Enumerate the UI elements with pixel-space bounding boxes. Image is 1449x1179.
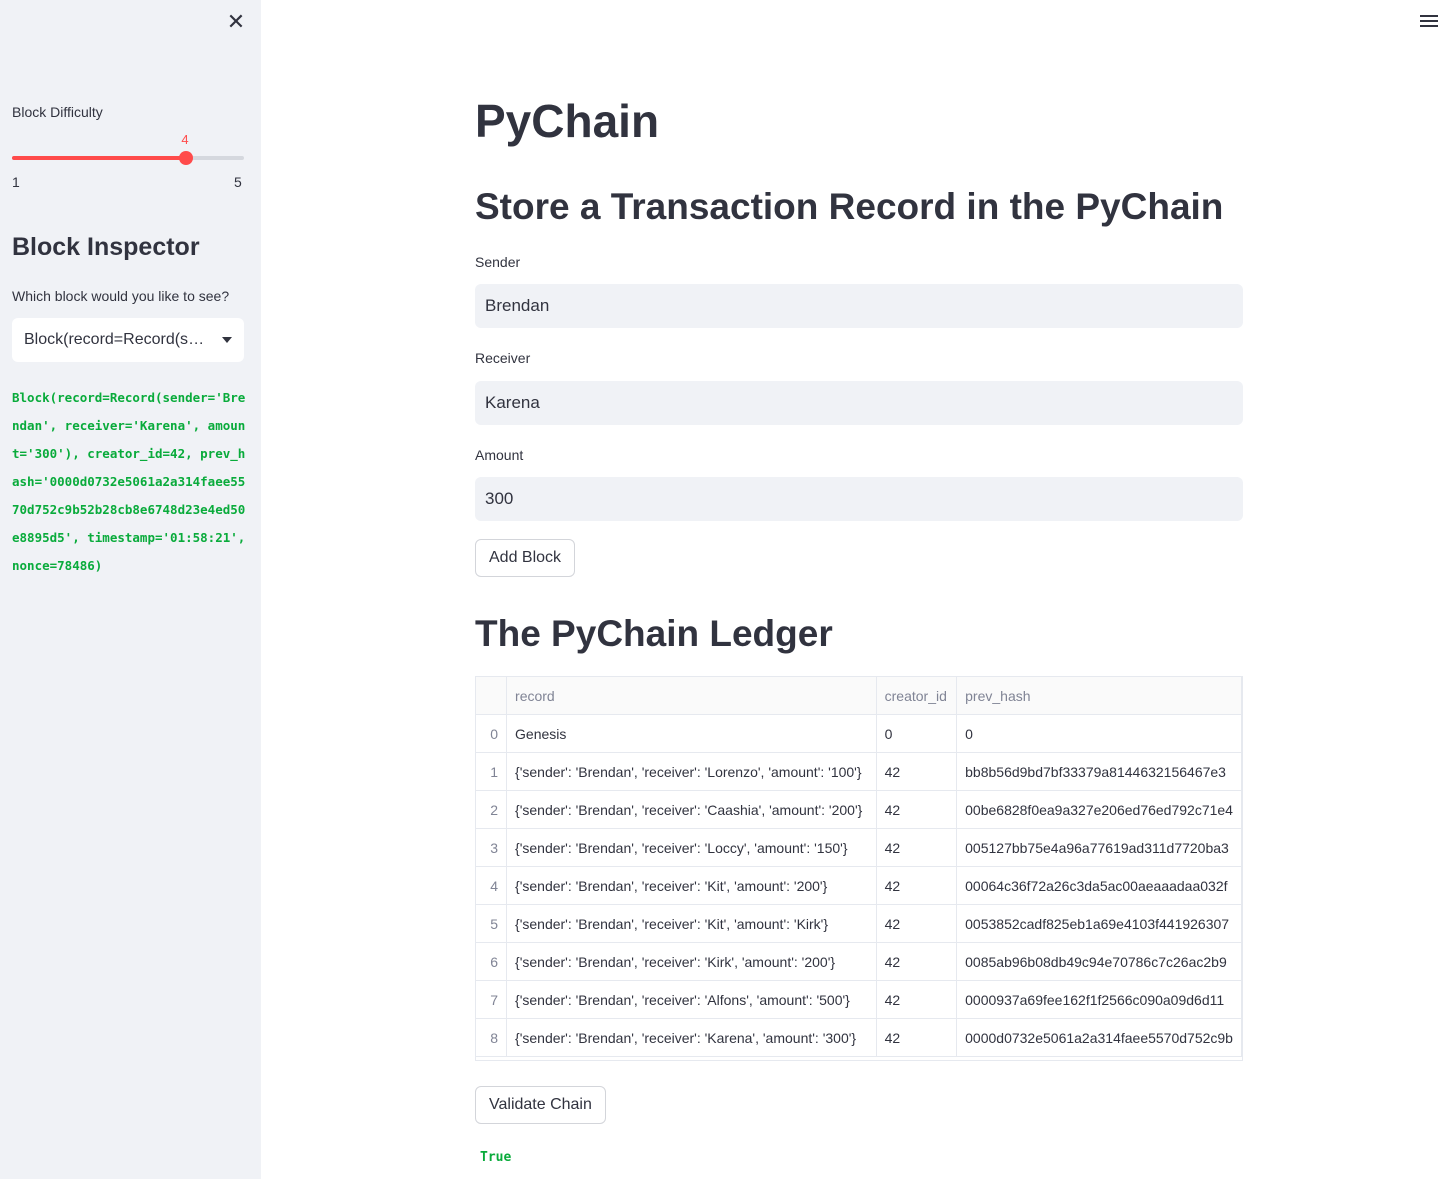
creator-id-cell: 42 bbox=[876, 828, 958, 867]
record-cell: {'sender': 'Brendan', 'receiver': 'Alfon… bbox=[506, 980, 877, 1019]
creator-id-cell: 42 bbox=[876, 942, 958, 981]
creator-id-cell: 0 bbox=[876, 714, 958, 753]
prev-hash-cell: 0 bbox=[956, 714, 1242, 753]
creator-id-cell: 42 bbox=[876, 1018, 958, 1057]
table-header-row: record creator_id prev_hash bbox=[476, 677, 1242, 715]
row-index: 6 bbox=[476, 942, 508, 981]
block-select-value: Block(record=Record(sender='Brendan', re… bbox=[24, 331, 212, 348]
creator-id-cell: 42 bbox=[876, 752, 958, 791]
ledger-heading: The PyChain Ledger bbox=[475, 613, 833, 654]
table-row: 7 {'sender': 'Brendan', 'receiver': 'Alf… bbox=[476, 980, 1242, 1019]
sidebar: ✕ Block Difficulty 4 1 5 Block Inspector… bbox=[0, 0, 261, 1179]
prev-hash-cell: 00be6828f0ea9a327e206ed76ed792c71e4 bbox=[956, 790, 1242, 829]
difficulty-slider-fill bbox=[12, 156, 186, 160]
record-cell: {'sender': 'Brendan', 'receiver': 'Loccy… bbox=[506, 828, 877, 867]
record-cell: {'sender': 'Brendan', 'receiver': 'Karen… bbox=[506, 1018, 877, 1057]
table-row: 0 Genesis 0 0 bbox=[476, 714, 1242, 753]
add-block-button[interactable]: Add Block bbox=[475, 539, 576, 577]
ledger-table[interactable]: record creator_id prev_hash 0 Genesis 0 … bbox=[475, 676, 1243, 1061]
amount-label: Amount bbox=[475, 447, 524, 463]
record-cell: {'sender': 'Brendan', 'receiver': 'Kit',… bbox=[506, 904, 877, 943]
difficulty-slider-thumb[interactable] bbox=[179, 151, 193, 165]
table-row: 6 {'sender': 'Brendan', 'receiver': 'Kir… bbox=[476, 942, 1242, 981]
row-index: 1 bbox=[476, 752, 508, 791]
creator-id-cell: 42 bbox=[876, 904, 958, 943]
slider-value: 4 bbox=[181, 132, 189, 147]
column-header-creator-id[interactable]: creator_id bbox=[876, 677, 958, 715]
creator-id-cell: 42 bbox=[876, 790, 958, 829]
transaction-heading: Store a Transaction Record in the PyChai… bbox=[475, 186, 1224, 227]
prev-hash-cell: 00064c36f72a26c3da5ac00aeaaadaa032f bbox=[956, 866, 1242, 905]
row-index: 3 bbox=[476, 828, 508, 867]
slider-max-label: 5 bbox=[234, 174, 242, 190]
prev-hash-cell: bb8b56d9bd7bf33379a8144632156467e3 bbox=[956, 752, 1242, 791]
chevron-down-icon bbox=[222, 337, 232, 343]
block-difficulty-label: Block Difficulty bbox=[12, 104, 103, 120]
sender-input[interactable] bbox=[475, 284, 1243, 328]
record-cell: {'sender': 'Brendan', 'receiver': 'Kirk'… bbox=[506, 942, 877, 981]
prev-hash-cell: 005127bb75e4a96a77619ad311d7720ba3 bbox=[956, 828, 1242, 867]
receiver-input[interactable] bbox=[475, 381, 1243, 425]
row-index: 2 bbox=[476, 790, 508, 829]
table-row: 4 {'sender': 'Brendan', 'receiver': 'Kit… bbox=[476, 866, 1242, 905]
validate-chain-button[interactable]: Validate Chain bbox=[475, 1086, 606, 1124]
record-cell: {'sender': 'Brendan', 'receiver': 'Loren… bbox=[506, 752, 877, 791]
block-select-label: Which block would you like to see? bbox=[12, 288, 230, 304]
slider-min-label: 1 bbox=[12, 174, 20, 190]
creator-id-cell: 42 bbox=[876, 980, 958, 1019]
record-cell: {'sender': 'Brendan', 'receiver': 'Caash… bbox=[506, 790, 877, 829]
prev-hash-cell: 0000937a69fee162f1f2566c090a09d6d11 bbox=[956, 980, 1242, 1019]
block-output-code: Block(record=Record(sender='Brendan', re… bbox=[12, 390, 253, 573]
amount-input[interactable] bbox=[475, 477, 1243, 521]
column-header-prev-hash[interactable]: prev_hash bbox=[956, 677, 1242, 715]
record-cell: Genesis bbox=[506, 714, 877, 753]
validation-result: True bbox=[480, 1150, 512, 1165]
table-row: 5 {'sender': 'Brendan', 'receiver': 'Kit… bbox=[476, 904, 1242, 943]
table-row: 2 {'sender': 'Brendan', 'receiver': 'Caa… bbox=[476, 790, 1242, 829]
receiver-label: Receiver bbox=[475, 350, 531, 366]
page-title: PyChain bbox=[475, 95, 660, 147]
row-index: 4 bbox=[476, 866, 508, 905]
table-row: 8 {'sender': 'Brendan', 'receiver': 'Kar… bbox=[476, 1018, 1242, 1057]
prev-hash-cell: 0085ab96b08db49c94e70786c7c26ac2b9 bbox=[956, 942, 1242, 981]
difficulty-slider-track[interactable] bbox=[12, 156, 244, 160]
hamburger-menu-icon[interactable] bbox=[1420, 13, 1438, 29]
prev-hash-cell: 0053852cadf825eb1a69e4103f441926307 bbox=[956, 904, 1242, 943]
prev-hash-cell: 0000d0732e5061a2a314faee5570d752c9b bbox=[956, 1018, 1242, 1057]
sender-label: Sender bbox=[475, 254, 521, 270]
close-icon[interactable]: ✕ bbox=[224, 10, 248, 34]
record-cell: {'sender': 'Brendan', 'receiver': 'Kit',… bbox=[506, 866, 877, 905]
creator-id-cell: 42 bbox=[876, 866, 958, 905]
block-select[interactable]: Block(record=Record(sender='Brendan', re… bbox=[12, 318, 244, 362]
row-index: 0 bbox=[476, 714, 508, 753]
row-index: 7 bbox=[476, 980, 508, 1019]
table-row: 1 {'sender': 'Brendan', 'receiver': 'Lor… bbox=[476, 752, 1242, 791]
row-index: 8 bbox=[476, 1018, 508, 1057]
row-index: 5 bbox=[476, 904, 508, 943]
column-header-record[interactable]: record bbox=[506, 677, 877, 715]
column-header-index bbox=[476, 677, 508, 715]
block-inspector-heading: Block Inspector bbox=[12, 233, 200, 261]
table-row: 3 {'sender': 'Brendan', 'receiver': 'Loc… bbox=[476, 828, 1242, 867]
